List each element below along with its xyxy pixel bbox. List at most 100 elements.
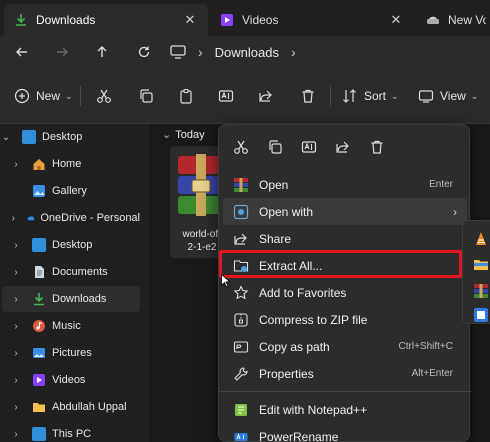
menu-item-label: Edit with Notepad++ xyxy=(259,402,368,417)
refresh-icon xyxy=(138,46,150,58)
sidebar-item-desktop-root[interactable]: ⌄ Desktop xyxy=(0,124,140,150)
new-button[interactable]: New ⌄ xyxy=(14,84,73,108)
app-icon[interactable] xyxy=(473,307,489,323)
menu-item-label: Add to Favorites xyxy=(259,285,347,300)
delete-button[interactable] xyxy=(300,84,316,108)
chevron-right-icon[interactable]: › xyxy=(10,240,22,251)
menu-item-open-with[interactable]: Open with › xyxy=(223,198,467,225)
new-label: New xyxy=(36,89,61,103)
tab-downloads[interactable]: Downloads ✕ xyxy=(4,4,208,36)
chevron-right-icon[interactable]: › xyxy=(10,375,22,386)
chevron-right-icon[interactable]: › xyxy=(10,321,22,332)
sidebar-item-pictures[interactable]: › Pictures xyxy=(0,340,140,366)
chevron-down-icon: ⌄ xyxy=(162,129,172,141)
delete-button[interactable] xyxy=(367,137,387,157)
menu-separator xyxy=(219,391,471,392)
rename-icon xyxy=(218,90,234,102)
vlc-icon[interactable] xyxy=(473,231,489,247)
command-bar: New ⌄ Sort ⌄ View ⌄ xyxy=(0,68,490,124)
open-with-icon xyxy=(233,204,249,220)
menu-item-properties[interactable]: Properties Alt+Enter xyxy=(223,360,467,387)
sort-icon xyxy=(343,89,356,103)
menu-item-label: PowerRename xyxy=(259,429,339,442)
menu-item-share[interactable]: Share xyxy=(223,225,467,252)
rename-button[interactable] xyxy=(299,137,319,157)
sidebar-item-onedrive[interactable]: › OneDrive - Personal xyxy=(0,205,140,231)
breadcrumb[interactable]: › Downloads › xyxy=(170,36,296,68)
sidebar-item-music[interactable]: › Music xyxy=(0,313,140,339)
chevron-right-icon[interactable]: › xyxy=(10,267,22,278)
menu-item-extract-all[interactable]: Extract All... xyxy=(223,252,467,279)
group-header-today[interactable]: ⌄ Today xyxy=(162,128,205,141)
menu-item-add-to-favorites[interactable]: Add to Favorites xyxy=(223,279,467,306)
sidebar-item-home[interactable]: › Home xyxy=(0,151,140,177)
sidebar-item-desktop[interactable]: › Desktop xyxy=(0,232,140,258)
wrench-icon xyxy=(233,366,249,382)
share-button[interactable] xyxy=(333,137,353,157)
cut-button[interactable] xyxy=(96,84,112,108)
breadcrumb-downloads[interactable]: Downloads xyxy=(215,45,279,60)
sidebar-item-label: Gallery xyxy=(52,185,87,197)
paste-button[interactable] xyxy=(178,84,194,108)
cut-button[interactable] xyxy=(231,137,251,157)
sidebar-item-label: Documents xyxy=(52,266,108,278)
rename-button[interactable] xyxy=(218,84,234,108)
tab-videos[interactable]: Videos ✕ xyxy=(210,4,414,36)
chevron-down-icon[interactable]: ⌄ xyxy=(0,132,12,143)
share-button[interactable] xyxy=(258,84,274,108)
menu-item-label: Extract All... xyxy=(259,258,323,273)
view-icon xyxy=(418,90,434,103)
menu-item-copy-as-path[interactable]: Copy as path Ctrl+Shift+C xyxy=(223,333,467,360)
videos-icon xyxy=(221,14,233,26)
sidebar-item-abdullah-uppal[interactable]: › Abdullah Uppal xyxy=(0,394,140,420)
sort-button[interactable]: Sort ⌄ xyxy=(342,84,399,108)
close-icon[interactable]: ✕ xyxy=(182,12,198,28)
chevron-right-icon[interactable]: › xyxy=(10,159,22,170)
sidebar-item-label: Desktop xyxy=(52,239,93,251)
refresh-button[interactable] xyxy=(132,40,156,64)
menu-item-edit-notepadpp[interactable]: Edit with Notepad++ xyxy=(223,396,467,423)
chevron-right-icon[interactable]: › xyxy=(10,213,17,224)
sidebar-item-videos[interactable]: › Videos xyxy=(0,367,140,393)
file-explorer-icon[interactable] xyxy=(473,257,489,273)
sidebar-item-this-pc[interactable]: › This PC xyxy=(0,421,140,442)
winrar-icon[interactable] xyxy=(473,283,489,299)
cloud-icon xyxy=(27,216,35,221)
copy-path-icon xyxy=(233,339,249,355)
chevron-right-icon[interactable]: › xyxy=(291,44,296,60)
sidebar-item-downloads[interactable]: › Downloads xyxy=(2,286,140,312)
copy-button[interactable] xyxy=(265,137,285,157)
chevron-right-icon[interactable]: › xyxy=(10,294,22,305)
monitor-icon xyxy=(170,45,186,59)
chevron-right-icon[interactable]: › xyxy=(10,348,22,359)
sidebar-item-label: Desktop xyxy=(42,131,83,143)
sidebar-item-documents[interactable]: › Documents xyxy=(0,259,140,285)
share-icon xyxy=(233,231,249,247)
scissors-icon xyxy=(97,89,111,103)
menu-item-open[interactable]: Open Enter xyxy=(223,171,467,198)
trash-icon xyxy=(371,140,383,154)
open-with-submenu xyxy=(462,220,490,324)
up-button[interactable] xyxy=(90,40,114,64)
chevron-right-icon[interactable]: › xyxy=(10,402,22,413)
chevron-down-icon: ⌄ xyxy=(470,90,479,101)
copy-icon xyxy=(140,89,153,103)
documents-icon xyxy=(35,266,44,278)
chevron-right-icon[interactable]: › xyxy=(10,429,22,440)
computer-icon xyxy=(32,427,46,441)
sidebar-item-gallery[interactable]: Gallery xyxy=(0,178,140,204)
menu-item-powerrename[interactable]: PowerRename xyxy=(223,423,467,442)
close-icon[interactable]: ✕ xyxy=(388,12,404,28)
copy-button[interactable] xyxy=(138,84,154,108)
forward-button[interactable] xyxy=(50,40,74,64)
back-button[interactable] xyxy=(10,40,34,64)
view-button[interactable]: View ⌄ xyxy=(418,84,478,108)
gallery-icon xyxy=(33,185,45,197)
context-quick-actions xyxy=(219,125,471,169)
trash-icon xyxy=(302,89,314,103)
tab-new-volume[interactable]: New Volume xyxy=(416,4,490,36)
menu-item-compress-zip[interactable]: Compress to ZIP file xyxy=(223,306,467,333)
scissors-icon xyxy=(234,140,248,154)
sort-label: Sort xyxy=(364,89,387,103)
sidebar-item-label: Downloads xyxy=(52,293,107,305)
